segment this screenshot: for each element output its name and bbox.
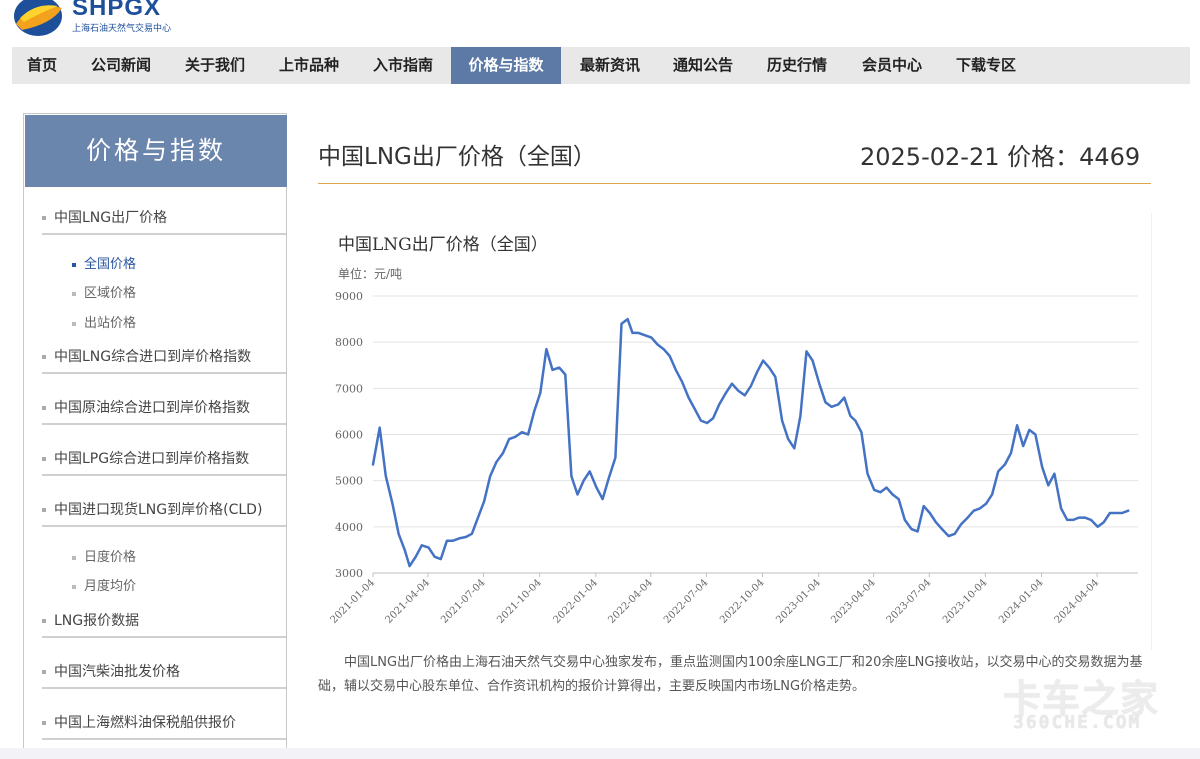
sidebar-subitem-station-price[interactable]: 出站价格 xyxy=(72,312,136,331)
bullet-icon xyxy=(42,406,46,410)
watermark-subtext: 360CHE.COM xyxy=(1013,712,1142,733)
main-nav: 首页 公司新闻 关于我们 上市品种 入市指南 价格与指数 最新资讯 通知公告 历… xyxy=(12,47,1190,84)
sidebar-heading: 价格与指数 xyxy=(25,115,287,187)
x-tick-label: 2022-07-04 xyxy=(662,577,711,626)
bullet-icon xyxy=(72,262,76,267)
nav-item-price-index[interactable]: 价格与指数 xyxy=(451,47,561,84)
divider xyxy=(42,474,286,476)
bullet-icon xyxy=(42,457,46,461)
x-tick-label: 2022-10-04 xyxy=(718,577,767,626)
sidebar-subitem-regional-price[interactable]: 区域价格 xyxy=(72,282,136,301)
page-title: 中国LNG出厂价格（全国） xyxy=(318,144,596,170)
sidebar-item-crude-import-index[interactable]: 中国原油综合进口到岸价格指数 xyxy=(42,397,286,417)
bullet-icon xyxy=(42,619,46,623)
bullet-icon xyxy=(72,555,76,560)
nav-item-member-center[interactable]: 会员中心 xyxy=(847,47,937,84)
bullet-icon xyxy=(72,291,76,296)
bullet-icon xyxy=(72,321,76,326)
divider xyxy=(42,423,286,425)
chart-unit-label: 单位：元/吨 xyxy=(338,267,403,281)
sidebar-item-lng-import-index[interactable]: 中国LNG综合进口到岸价格指数 xyxy=(42,346,286,366)
title-divider xyxy=(318,183,1151,184)
divider xyxy=(42,372,286,374)
y-tick-label: 9000 xyxy=(335,290,363,303)
nav-item-history[interactable]: 历史行情 xyxy=(752,47,842,84)
x-tick-label: 2024-04-04 xyxy=(1053,577,1102,626)
y-tick-label: 3000 xyxy=(335,567,363,580)
nav-item-market-guide[interactable]: 入市指南 xyxy=(358,47,448,84)
nav-item-downloads[interactable]: 下载专区 xyxy=(941,47,1031,84)
x-tick-label: 2021-04-04 xyxy=(384,577,433,626)
bullet-icon xyxy=(72,584,76,589)
divider xyxy=(42,636,286,638)
sidebar-item-bunker-fuel[interactable]: 中国上海燃料油保税船供报价 xyxy=(42,712,286,732)
nav-item-latest-news[interactable]: 最新资讯 xyxy=(565,47,655,84)
sidebar-item-cld-price[interactable]: 中国进口现货LNG到岸价格(CLD) xyxy=(42,499,286,519)
x-tick-label: 2023-10-04 xyxy=(941,577,990,626)
divider xyxy=(42,525,286,527)
sidebar: 价格与指数 中国LNG出厂价格 全国价格 区域价格 出站价格 中国LNG综合进口… xyxy=(23,113,287,759)
page-bottom-bar xyxy=(0,748,1200,759)
nav-item-home[interactable]: 首页 xyxy=(12,47,72,84)
bullet-icon xyxy=(42,721,46,725)
y-tick-label: 5000 xyxy=(335,475,363,488)
shpgx-logo-icon xyxy=(14,0,62,36)
nav-item-notices[interactable]: 通知公告 xyxy=(658,47,748,84)
bullet-icon xyxy=(42,216,46,220)
site-logo[interactable]: SHPGX 上海石油天然气交易中心 xyxy=(10,0,172,40)
sidebar-item-lng-quotes[interactable]: LNG报价数据 xyxy=(42,610,286,630)
y-tick-label: 6000 xyxy=(335,429,363,442)
x-tick-label: 2022-01-04 xyxy=(551,577,600,626)
divider xyxy=(42,233,286,235)
sidebar-item-fuel-wholesale[interactable]: 中国汽柴油批发价格 xyxy=(42,661,286,681)
divider xyxy=(42,738,286,740)
x-tick-label: 2021-01-04 xyxy=(329,577,378,626)
logo-subtitle: 上海石油天然气交易中心 xyxy=(72,24,172,34)
chart-title: 中国LNG出厂价格（全国） xyxy=(338,235,548,255)
bullet-icon xyxy=(42,355,46,359)
x-tick-label: 2021-10-04 xyxy=(495,577,544,626)
watermark: 卡车之家 360CHE.COM xyxy=(1003,668,1183,748)
sidebar-subitem-daily-price[interactable]: 日度价格 xyxy=(72,546,136,565)
sidebar-item-lng-factory-price[interactable]: 中国LNG出厂价格 xyxy=(42,207,286,227)
price-chart: 3000 4000 5000 6000 7000 8000 9000 2021-01-04 20… xyxy=(318,213,1152,650)
x-tick-label: 2023-07-04 xyxy=(885,577,934,626)
latest-price: 2025-02-21 价格：4469 xyxy=(860,143,1141,171)
y-tick-label: 4000 xyxy=(335,521,363,534)
nav-item-listed-products[interactable]: 上市品种 xyxy=(264,47,354,84)
sidebar-subitem-national-price[interactable]: 全国价格 xyxy=(72,253,136,272)
x-tick-label: 2023-01-04 xyxy=(774,577,823,626)
divider xyxy=(42,687,286,689)
nav-item-about[interactable]: 关于我们 xyxy=(170,47,260,84)
price-series-line xyxy=(371,317,1130,568)
bullet-icon xyxy=(42,508,46,512)
x-tick-label: 2024-01-04 xyxy=(997,577,1046,626)
nav-item-company-news[interactable]: 公司新闻 xyxy=(76,47,166,84)
y-tick-label: 8000 xyxy=(335,336,363,349)
x-tick-label: 2021-07-04 xyxy=(439,577,488,626)
price-line-chart: 30004000500060007000800090002021-01-04 20… xyxy=(329,290,1138,626)
logo-name: SHPGX xyxy=(72,0,162,21)
x-tick-label: 2022-04-04 xyxy=(606,577,655,626)
sidebar-subitem-monthly-average[interactable]: 月度均价 xyxy=(72,575,136,594)
sidebar-item-lpg-import-index[interactable]: 中国LPG综合进口到岸价格指数 xyxy=(42,448,286,468)
bullet-icon xyxy=(42,670,46,674)
y-tick-label: 7000 xyxy=(335,382,363,395)
x-tick-label: 2023-04-04 xyxy=(829,577,878,626)
